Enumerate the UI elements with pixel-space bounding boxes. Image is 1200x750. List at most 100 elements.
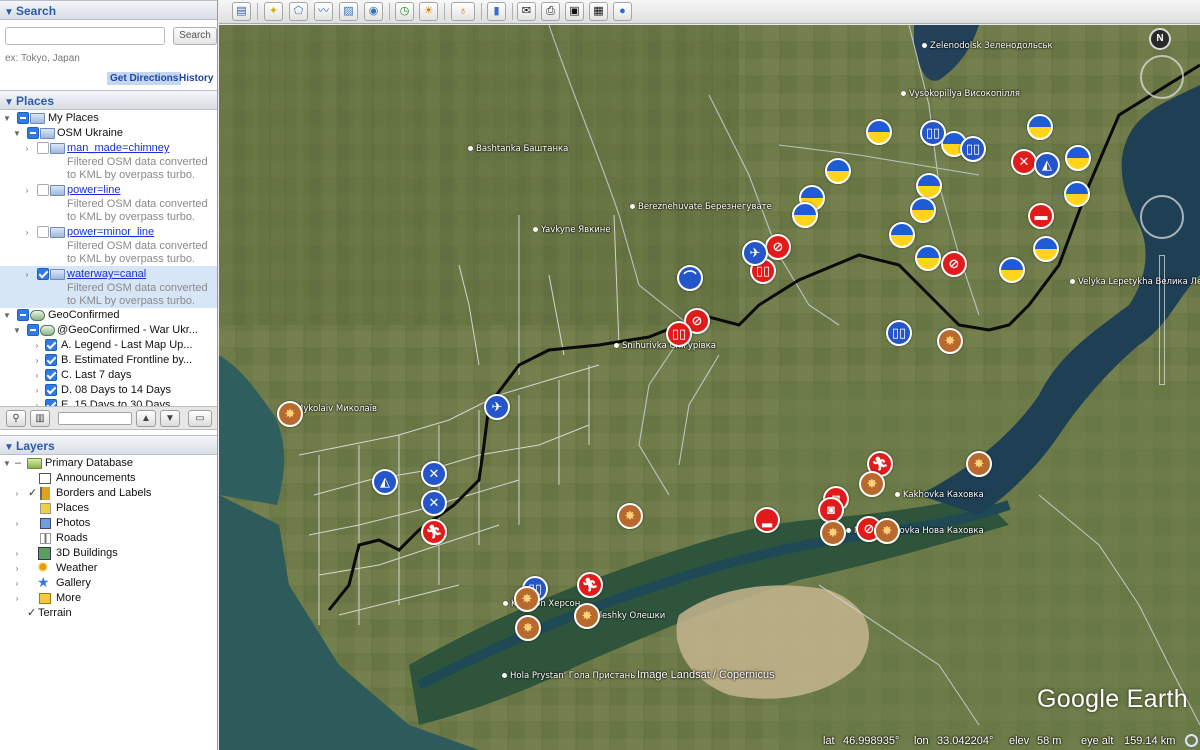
layer-3d-buildings[interactable]: › 3D Buildings	[0, 546, 217, 561]
tree-item-osm-ukraine[interactable]: ▼ OSM Ukraine	[0, 126, 217, 141]
tour-button[interactable]: ▭	[188, 410, 212, 427]
map-view[interactable]: Zelenodolsk Зеленодольськ Vysokopillya В…	[219, 25, 1200, 750]
history-tab[interactable]: History	[179, 72, 213, 85]
checkbox-legend[interactable]	[45, 339, 57, 351]
layer-places[interactable]: Places	[0, 501, 217, 516]
tree-item-8-14-days[interactable]: › D. 08 Days to 14 Days	[0, 383, 217, 398]
email-button[interactable]: ✉	[517, 2, 536, 21]
zoom-slider[interactable]	[1159, 255, 1165, 385]
infantry-marker[interactable]: 🏃︎	[421, 519, 447, 545]
search-places-button[interactable]: ⚲	[6, 410, 26, 427]
expand-arrow-icon[interactable]: ▼	[2, 111, 12, 126]
add-placemark-button[interactable]: ✦	[264, 2, 283, 21]
layer-photos[interactable]: › Photos	[0, 516, 217, 531]
ukraine-flag-marker[interactable]	[889, 222, 915, 248]
tree-item-legend[interactable]: › A. Legend - Last Map Up...	[0, 338, 217, 353]
layers-panel-header[interactable]: ▼ Layers	[0, 435, 217, 455]
ukraine-flag-marker[interactable]	[1064, 181, 1090, 207]
explosion-marker[interactable]: ✸	[937, 328, 963, 354]
ammo-blue-marker[interactable]: ▯▯	[920, 120, 946, 146]
tree-item-waterway-canal[interactable]: › waterway=canal	[0, 267, 217, 282]
layer-terrain[interactable]: ✓ Terrain	[0, 606, 217, 621]
move-joystick[interactable]	[1140, 195, 1184, 239]
expand-arrow-icon[interactable]: ›	[22, 141, 32, 156]
expand-arrow-icon[interactable]: ›	[32, 398, 42, 406]
expand-arrow-icon[interactable]: ▼	[12, 323, 22, 338]
search-panel-header[interactable]: ▼ Search	[0, 0, 217, 20]
crossed-swords-marker[interactable]: ✕	[421, 490, 447, 516]
get-directions-tab[interactable]: Get Directions	[107, 72, 182, 85]
expand-arrow-icon[interactable]: ›	[12, 576, 22, 591]
historical-imagery-button[interactable]: ◷	[395, 2, 414, 21]
destroyed-marker[interactable]: ✕	[1011, 149, 1037, 175]
expand-arrow-icon[interactable]: ›	[22, 267, 32, 282]
record-tour-button[interactable]: ◉	[364, 2, 383, 21]
ukraine-flag-marker[interactable]	[825, 158, 851, 184]
layer-borders[interactable]: › ✓ Borders and Labels	[0, 486, 217, 501]
artillery-blue-marker[interactable]: ◭	[372, 469, 398, 495]
tree-link[interactable]: power=minor_line	[67, 225, 154, 240]
expand-arrow-icon[interactable]: ▼	[12, 126, 22, 141]
explosion-marker[interactable]: ✸	[966, 451, 992, 477]
ukraine-flag-marker[interactable]	[1033, 236, 1059, 262]
tree-item-primary-database[interactable]: ▼ – Primary Database	[0, 456, 217, 471]
ukraine-flag-marker[interactable]	[916, 173, 942, 199]
opacity-slider[interactable]	[58, 412, 132, 425]
ukraine-flag-marker[interactable]	[999, 257, 1025, 283]
check-icon[interactable]: ✓	[28, 486, 37, 501]
layer-gallery[interactable]: › ★ Gallery	[0, 575, 217, 591]
tree-item-last-7-days[interactable]: › C. Last 7 days	[0, 368, 217, 383]
planets-button[interactable]: ♁	[451, 2, 475, 21]
checkbox-my-places[interactable]	[17, 112, 29, 124]
collapse-triangle-icon[interactable]: ▼	[4, 438, 16, 458]
collapse-triangle-icon[interactable]: ▼	[4, 93, 16, 113]
checkbox-waterway-canal[interactable]	[37, 268, 49, 280]
ukraine-flag-marker[interactable]	[792, 202, 818, 228]
add-polygon-button[interactable]: ⬠	[289, 2, 308, 21]
explosion-marker[interactable]: ✸	[820, 520, 846, 546]
tree-item-power-minor-line[interactable]: › power=minor_line	[0, 225, 217, 240]
layer-more[interactable]: › More	[0, 591, 217, 606]
sidebar-toggle-button[interactable]: ▤	[232, 2, 251, 21]
expand-arrow-icon[interactable]: ›	[12, 516, 22, 531]
expand-arrow-icon[interactable]: ›	[32, 368, 42, 383]
tree-item-chimney[interactable]: › man_made=chimney	[0, 141, 217, 156]
label-vysokopillya[interactable]: Vysokopillya Високопілля	[901, 89, 1020, 99]
expand-arrow-icon[interactable]: ›	[22, 225, 32, 240]
explosion-marker[interactable]: ✸	[574, 603, 600, 629]
navigation-controls[interactable]	[1137, 55, 1187, 405]
expand-arrow-icon[interactable]: ›	[12, 591, 22, 606]
checkbox-8-14-days[interactable]	[45, 384, 57, 396]
move-up-button[interactable]: ▲	[136, 410, 156, 427]
look-joystick[interactable]	[1140, 55, 1184, 99]
explosion-marker[interactable]: ✸	[277, 401, 303, 427]
expand-arrow-icon[interactable]: ›	[32, 353, 42, 368]
north-compass-button[interactable]: N	[1149, 28, 1171, 50]
checkbox-osm-ukraine[interactable]	[27, 127, 39, 139]
checkbox-last-7-days[interactable]	[45, 369, 57, 381]
partial-check-icon[interactable]: –	[15, 456, 21, 471]
expand-arrow-icon[interactable]: ›	[22, 183, 32, 198]
print-button[interactable]: ⎙	[541, 2, 560, 21]
tree-item-geoconfirmed[interactable]: ▼ GeoConfirmed	[0, 308, 217, 323]
ukraine-flag-marker[interactable]	[915, 245, 941, 271]
layer-roads[interactable]: Roads	[0, 531, 217, 546]
checkbox-power-minor-line[interactable]	[37, 226, 49, 238]
tank-marker[interactable]: ▬	[1028, 203, 1054, 229]
label-bereznehuvate[interactable]: Bereznehuvate Березнегувате	[630, 202, 772, 212]
label-snihurivka[interactable]: Snihurivka Снігурівка	[614, 341, 716, 351]
view-in-maps-button[interactable]: ▦	[589, 2, 608, 21]
explosion-marker[interactable]: ✸	[515, 615, 541, 641]
ukraine-flag-marker[interactable]	[1027, 114, 1053, 140]
tree-link[interactable]: power=line	[67, 183, 121, 198]
checkbox-power-line[interactable]	[37, 184, 49, 196]
explosion-marker[interactable]: ✸	[617, 503, 643, 529]
ruler-button[interactable]: ▮	[487, 2, 506, 21]
move-down-button[interactable]: ▼	[160, 410, 180, 427]
label-hola-prystan[interactable]: Hola Prystan' Гола Пристань	[502, 671, 635, 681]
tank-destroyed-marker[interactable]: ⊘	[941, 251, 967, 277]
expand-arrow-icon[interactable]: ›	[12, 546, 22, 561]
checkbox-15-30-days[interactable]	[45, 399, 57, 406]
layer-announcements[interactable]: Announcements	[0, 471, 217, 486]
explosion-marker[interactable]: ✸	[874, 518, 900, 544]
